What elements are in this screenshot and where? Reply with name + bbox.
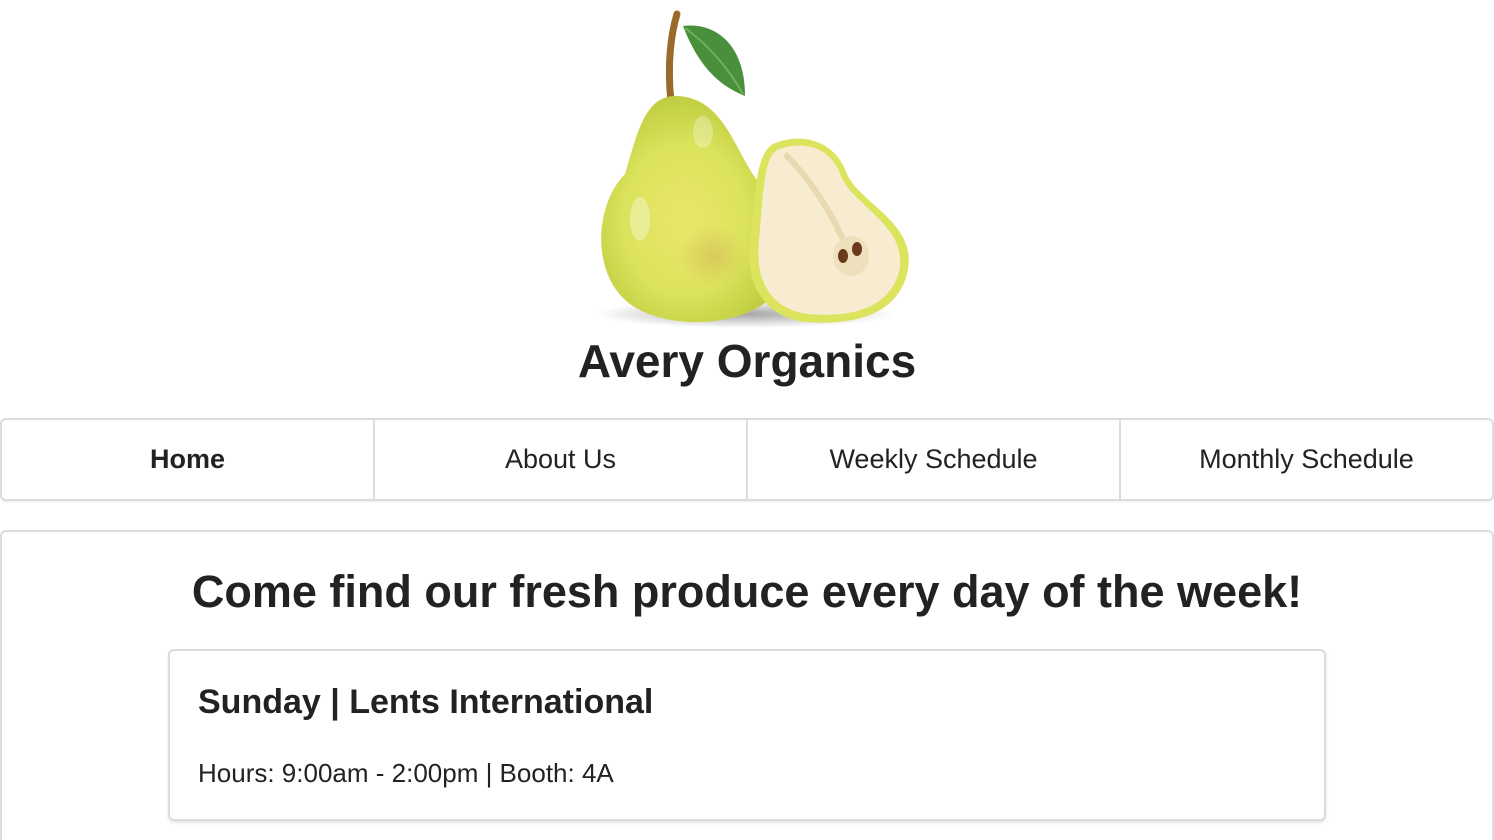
nav-item-weekly-schedule[interactable]: Weekly Schedule <box>748 420 1121 499</box>
nav-item-monthly-schedule[interactable]: Monthly Schedule <box>1121 420 1492 499</box>
nav-item-about-us[interactable]: About Us <box>375 420 748 499</box>
schedule-card-hours: Hours: 9:00am - 2:00pm | Booth: 4A <box>198 758 614 788</box>
nav-item-home[interactable]: Home <box>2 420 375 499</box>
schedule-card-title: Sunday | Lents International <box>198 683 654 721</box>
main-nav: Home About Us Weekly Schedule Monthly Sc… <box>0 418 1494 501</box>
site-title: Avery Organics <box>577 335 917 387</box>
page-headline: Come find our fresh produce every day of… <box>191 566 1303 617</box>
schedule-panel: Come find our fresh produce every day of… <box>0 530 1494 840</box>
pear-logo-icon <box>585 4 915 334</box>
schedule-card: Sunday | Lents International Hours: 9:00… <box>168 649 1326 821</box>
